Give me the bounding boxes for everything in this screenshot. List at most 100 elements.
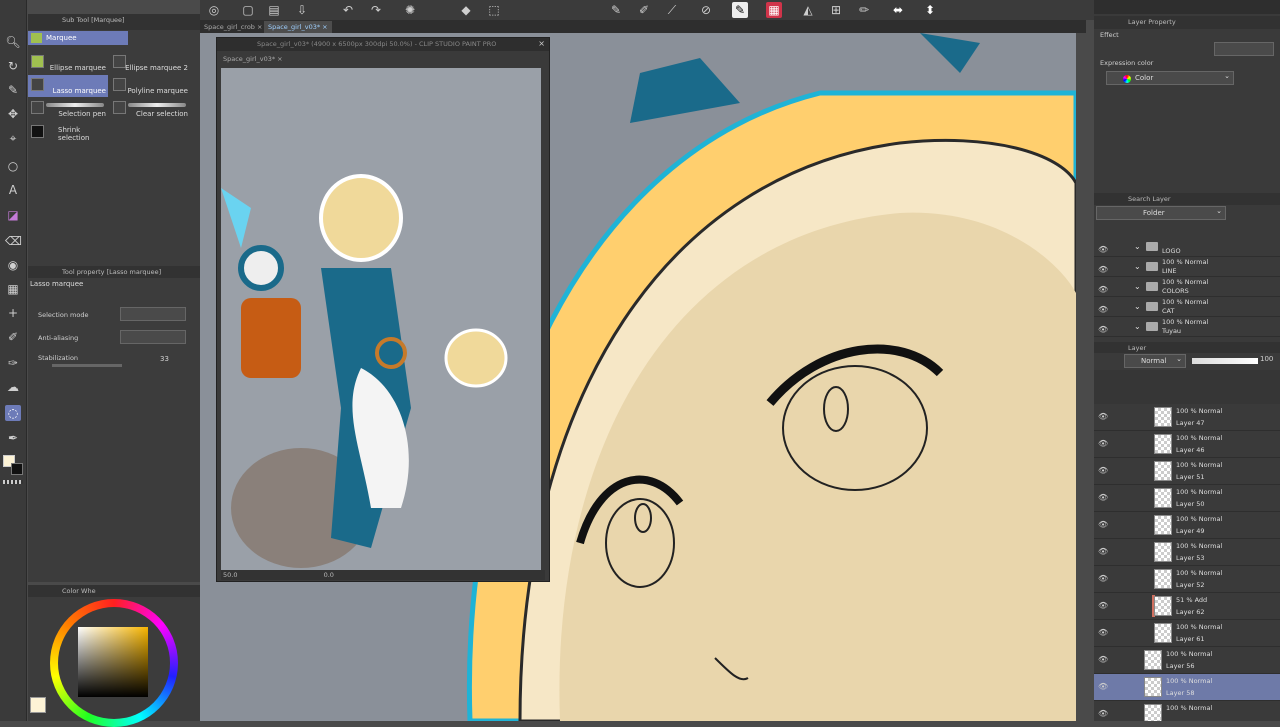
clip-studio-icon[interactable]: ◎ (206, 2, 222, 18)
airbrush-tool-icon[interactable]: ✑ (5, 355, 21, 371)
transparent-color-swatch[interactable] (3, 480, 23, 484)
eye-icon[interactable]: 👁︎ (1098, 246, 1108, 254)
redo-icon[interactable]: ↷ (368, 2, 384, 18)
folder-row[interactable]: 👁︎ ⌄ 100 % Normal LINE (1094, 257, 1280, 277)
subtool-clear-selection[interactable]: Clear selection (110, 98, 190, 120)
subtool-lasso-marquee[interactable]: Lasso marquee (28, 75, 108, 97)
eye-icon[interactable]: 👁︎ (1098, 467, 1108, 475)
transform-icon[interactable]: ⬚ (486, 2, 502, 18)
eye-icon[interactable]: 👁︎ (1098, 326, 1108, 334)
layer-row[interactable]: 👁︎ 51 % Add Layer 62 (1094, 593, 1280, 620)
eye-icon[interactable]: 👁︎ (1098, 575, 1108, 583)
layer-row[interactable]: 👁︎ 100 % Normal Layer 53 (1094, 539, 1280, 566)
pen-tool-icon[interactable]: ✎ (5, 82, 21, 98)
layer-row[interactable]: 👁︎ 100 % Normal Layer 46 (1094, 431, 1280, 458)
anti-aliasing-buttons[interactable] (120, 330, 186, 344)
lasso-tool-icon[interactable]: ◌ (5, 405, 21, 421)
subtool-polyline-marquee[interactable]: Polyline marquee (110, 75, 190, 97)
layer-row[interactable]: 👁︎ 100 % Normal Layer 61 (1094, 620, 1280, 647)
folder-row[interactable]: 👁︎ ⌄ 100 % Normal Tuyau (1094, 317, 1280, 337)
folder-row[interactable]: 👁︎ ⌄ LOGO (1094, 237, 1280, 257)
layer-row[interactable]: 👁︎ 100 % Normal Layer 52 (1094, 566, 1280, 593)
chevron-down-icon[interactable]: ⌄ (1134, 322, 1141, 331)
marquee-group-tab[interactable]: Marquee (28, 31, 128, 45)
layer-row[interactable]: 👁︎ 100 % Normal Layer 50 (1094, 485, 1280, 512)
stabilization-slider[interactable] (52, 364, 122, 367)
search-folder-dropdown[interactable]: Folder (1096, 205, 1226, 220)
stabilization-value[interactable]: 33 (160, 355, 169, 363)
angle-value[interactable]: 0.0 (324, 571, 334, 579)
selection-mode-buttons[interactable] (120, 307, 186, 321)
flip-vertical-icon[interactable]: ⬍ (922, 2, 938, 18)
layer-row[interactable]: 👁︎ 100 % Normal Layer 47 (1094, 404, 1280, 431)
subtool-shrink-selection[interactable]: Shrink selection (28, 122, 108, 144)
eye-icon[interactable]: 👁︎ (1098, 286, 1108, 294)
gradient-tool-icon[interactable]: ▦ (5, 281, 21, 297)
fill-tool-icon[interactable]: ◉ (5, 257, 21, 273)
layer-row[interactable]: 👁︎ 100 % Normal Layer 51 (1094, 458, 1280, 485)
effect-buttons[interactable] (1214, 42, 1274, 56)
tab-space-girl-crob[interactable]: Space_girl_crob × (200, 21, 266, 33)
chevron-down-icon[interactable]: ⌄ (1134, 242, 1141, 251)
eye-icon[interactable]: 👁︎ (1098, 521, 1108, 529)
sub-color-swatch[interactable] (11, 463, 23, 475)
pen-icon[interactable]: ✎ (608, 2, 624, 18)
saturation-value-square[interactable] (78, 627, 148, 697)
opacity-value[interactable]: 100 (1260, 355, 1273, 363)
eye-icon[interactable]: 👁︎ (1098, 683, 1108, 691)
flip-horizontal-icon[interactable]: ⬌ (890, 2, 906, 18)
eye-icon[interactable]: 👁︎ (1098, 710, 1108, 718)
loading-icon[interactable]: ✺ (402, 2, 418, 18)
layer-row[interactable]: 👁︎ 100 % Normal Layer 49 (1094, 512, 1280, 539)
sub-view-preview[interactable] (221, 68, 541, 570)
brush-tool-icon[interactable]: ✐ (5, 329, 21, 345)
opacity-slider[interactable] (1192, 358, 1258, 364)
eye-icon[interactable]: 👁︎ (1098, 413, 1108, 421)
folder-row[interactable]: 👁︎ ⌄ 100 % Normal CAT (1094, 297, 1280, 317)
folder-row[interactable]: 👁︎ ⌄ 100 % Normal COLORS (1094, 277, 1280, 297)
flip-icon[interactable]: ◭ (800, 2, 816, 18)
edit-icon[interactable]: ✏ (856, 2, 872, 18)
eye-icon[interactable]: 👁︎ (1098, 548, 1108, 556)
eye-icon[interactable]: 👁︎ (1098, 306, 1108, 314)
figure-tool-icon[interactable]: + (5, 305, 21, 321)
eye-icon[interactable]: 👁︎ (1098, 629, 1108, 637)
ruler-tool-icon[interactable]: ⊞ (828, 2, 844, 18)
fill-icon[interactable]: ◆ (458, 2, 474, 18)
eye-icon[interactable]: 👁︎ (1098, 656, 1108, 664)
chevron-down-icon[interactable]: ⌄ (1134, 282, 1141, 291)
eye-icon[interactable]: 👁︎ (1098, 440, 1108, 448)
sub-view-tab[interactable]: Space_girl_v03* × (217, 52, 549, 66)
blend-tool-icon[interactable]: ☁ (5, 379, 21, 395)
save-icon[interactable]: ⇩ (294, 2, 310, 18)
layer-row[interactable]: 👁︎ 100 % Normal (1094, 701, 1280, 721)
expression-color-dropdown[interactable]: Color (1106, 70, 1234, 85)
open-icon[interactable]: ▤ (266, 2, 282, 18)
reference-icon[interactable]: ▦ (766, 2, 782, 18)
subtool-ellipse-marquee-2[interactable]: Ellipse marquee 2 (110, 52, 190, 74)
subtool-selection-pen[interactable]: Selection pen (28, 98, 108, 120)
snap-icon[interactable]: ⊘ (698, 2, 714, 18)
chevron-down-icon[interactable]: ⌄ (1134, 262, 1141, 271)
operation-tool-icon[interactable]: ⌖ (5, 130, 21, 146)
zoom-tool-icon[interactable]: 🔍︎ (5, 34, 21, 50)
rotate-tool-icon[interactable]: ↻ (5, 58, 21, 74)
undo-icon[interactable]: ↶ (340, 2, 356, 18)
zoom-value[interactable]: 50.0 (223, 571, 237, 579)
subtool-ellipse-marquee[interactable]: Ellipse marquee (28, 52, 108, 74)
chevron-down-icon[interactable]: ⌄ (1134, 302, 1141, 311)
layer-row[interactable]: 👁︎ 100 % Normal Layer 56 (1094, 647, 1280, 674)
eyedropper-tool-icon[interactable]: ✒ (5, 430, 21, 446)
blend-mode-dropdown[interactable]: Normal (1124, 353, 1186, 368)
brush-icon[interactable]: ✐ (636, 2, 652, 18)
eye-icon[interactable]: 👁︎ (1098, 266, 1108, 274)
close-icon[interactable]: × (538, 39, 545, 48)
eraser-tool-icon[interactable]: ⌫ (5, 233, 22, 249)
eye-icon[interactable]: 👁︎ (1098, 602, 1108, 610)
correct-line-tool-icon[interactable]: ◪ (5, 207, 21, 223)
layer-row[interactable]: 👁︎ 100 % Normal Layer 58 (1094, 674, 1280, 701)
move-tool-icon[interactable]: ✥ (5, 106, 21, 122)
new-icon[interactable]: ▢ (240, 2, 256, 18)
current-color-swatch[interactable] (30, 697, 46, 713)
ruler-icon[interactable]: ⟋ (664, 2, 680, 18)
